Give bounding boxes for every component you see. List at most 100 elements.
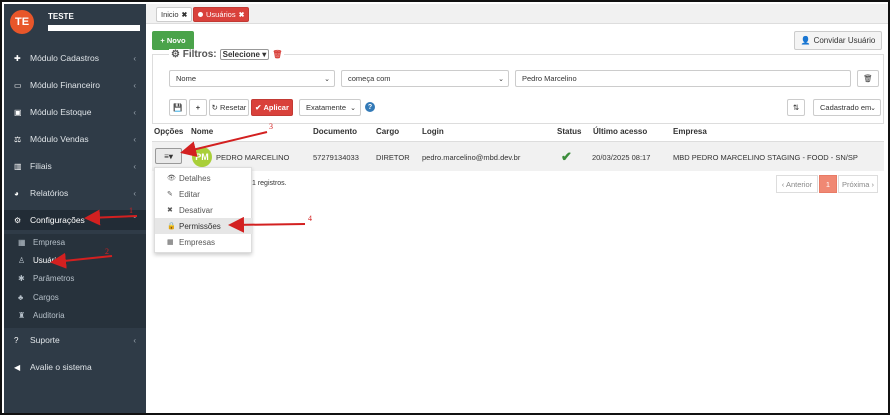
audit-icon: ♜ [18, 310, 26, 320]
user-name: TESTE [48, 12, 74, 21]
chevron-down-icon: ⌄ [870, 104, 876, 112]
check-icon: ✔ [255, 103, 264, 112]
pagination-page-1[interactable]: 1 [819, 175, 837, 193]
records-info: 1 registros. [252, 180, 287, 187]
close-icon[interactable]: ✖ [239, 11, 245, 19]
pagination-next[interactable]: Próxima › [838, 175, 878, 193]
screen-frame: TE TESTE ✚ Módulo Cadastros ‹ ▭ Módulo F… [0, 0, 890, 415]
user-avatar[interactable]: TE [10, 10, 34, 34]
annotation-number-3: 3 [269, 122, 273, 131]
sidebar-item-label: Configurações [30, 215, 85, 225]
sort-order-button[interactable]: ⇅ [787, 99, 805, 116]
convidar-label: Convidar Usuário [813, 36, 876, 45]
sidebar-subitem-label: Usuários [33, 255, 65, 265]
filters-header: ⚙ Filtros: Selecione ▾ 🗑 [169, 49, 285, 60]
cog-icon: ✱ [18, 273, 25, 283]
pie-chart-icon: ◕ [14, 188, 19, 198]
sort-by-value: Cadastrado em [820, 103, 872, 112]
col-empresa[interactable]: Empresa [673, 127, 707, 136]
tab-bar: Inicio ✖ Usuários ✖ [146, 4, 888, 24]
menu-item-label: Editar [179, 189, 200, 199]
col-status[interactable]: Status [557, 127, 581, 136]
sidebar-item-label: Módulo Financeiro [30, 80, 100, 90]
menu-item-label: Empresas [179, 237, 216, 247]
novo-button[interactable]: + Novo [152, 31, 194, 50]
filter-field-select[interactable]: Nome ⌄ [169, 70, 335, 87]
menu-item-desativar[interactable]: ✖ Desativar [155, 202, 253, 218]
sidebar-subitem-parametros[interactable]: ✱ Parâmetros [4, 270, 146, 286]
menu-item-label: Desativar [179, 205, 213, 215]
cogs-icon: ⚙ [171, 49, 183, 60]
tab-usuarios[interactable]: Usuários ✖ [193, 7, 250, 22]
col-cargo[interactable]: Cargo [376, 127, 399, 136]
bullhorn-icon: ◀ [14, 362, 21, 372]
sidebar-item-label: Suporte [30, 335, 60, 345]
convidar-usuario-button[interactable]: 👤 Convidar Usuário [794, 31, 882, 50]
apply-button[interactable]: ✔ Aplicar [251, 99, 293, 116]
sidebar-item-relatorios[interactable]: ◕ Relatórios ‹ [4, 183, 146, 203]
reset-button[interactable]: ↻ Resetar [209, 99, 249, 116]
table-row[interactable]: ≡▾ PM PEDRO MARCELINO 57279134033 DIRETO… [152, 141, 884, 171]
sidebar-item-filiais[interactable]: ▥ Filiais ‹ [4, 156, 146, 176]
sidebar-item-suporte[interactable]: ? Suporte ‹ [4, 330, 146, 350]
col-login[interactable]: Login [422, 127, 444, 136]
sidebar-subitem-label: Auditoria [33, 310, 65, 320]
sidebar-item-avalie[interactable]: ◀ Avalie o sistema [4, 357, 146, 377]
col-documento[interactable]: Documento [313, 127, 357, 136]
sort-by-select[interactable]: Cadastrado em ⌄ [813, 99, 881, 116]
pagination-prev[interactable]: ‹ Anterior [776, 175, 818, 193]
sort-icon: ⇅ [792, 103, 800, 112]
building-icon: ▦ [167, 239, 174, 246]
menu-item-permissoes[interactable]: 🔒 Permissões [155, 218, 253, 234]
saved-filter-select[interactable]: Selecione ▾ [219, 49, 270, 60]
sidebar-subitem-cargos[interactable]: ♣ Cargos [4, 289, 146, 305]
close-icon[interactable]: ✖ [182, 11, 188, 19]
col-ultimo-acesso[interactable]: Último acesso [593, 127, 647, 136]
apply-label: Aplicar [263, 103, 289, 112]
filter-operator-select[interactable]: começa com ⌄ [341, 70, 509, 87]
tab-inicio[interactable]: Inicio ✖ [156, 7, 193, 22]
user-info-bar [48, 25, 140, 31]
box-icon: ▣ [14, 107, 22, 117]
menu-item-label: Permissões [179, 221, 221, 231]
cell-nome: PEDRO MARCELINO [216, 153, 290, 162]
filter-field-value: Nome [176, 74, 197, 83]
menu-item-detalhes[interactable]: 👁 Detalhes [155, 170, 253, 186]
check-icon: ✔ [561, 149, 572, 164]
options-menu-button[interactable]: ≡▾ [155, 148, 182, 164]
chevron-down-icon: ⌄ [324, 75, 330, 83]
match-mode-select[interactable]: Exatamente ⌄ [299, 99, 361, 116]
remove-filter-button[interactable]: 🗑 [857, 70, 879, 87]
sidebar-subitem-auditoria[interactable]: ♜ Auditoria [4, 307, 146, 323]
sidebar-subitem-usuarios[interactable]: ♙ Usuários [4, 252, 146, 268]
menu-item-empresas[interactable]: ▦ Empresas [155, 234, 253, 250]
pencil-icon: ✎ [167, 191, 173, 198]
sidebar-item-modulo-estoque[interactable]: ▣ Módulo Estoque ‹ [4, 102, 146, 122]
sidebar-subitem-empresa[interactable]: ▦ Empresa [4, 234, 146, 250]
chevron-left-icon: ‹ [133, 80, 136, 90]
help-icon[interactable]: ? [365, 102, 375, 112]
add-filter-button[interactable]: + [189, 99, 207, 116]
sidebar-item-modulo-financeiro[interactable]: ▭ Módulo Financeiro ‹ [4, 75, 146, 95]
sidebar-item-configuracoes[interactable]: ⚙ Configurações ˇ [4, 210, 146, 230]
sidebar-subitem-label: Cargos [33, 292, 59, 302]
cogs-icon: ⚙ [14, 215, 22, 225]
sidebar: TE TESTE ✚ Módulo Cadastros ‹ ▭ Módulo F… [4, 4, 146, 413]
sidebar-item-label: Avalie o sistema [30, 362, 92, 372]
refresh-icon: ↻ [211, 103, 221, 112]
filter-value-input[interactable]: Pedro Marcelino [515, 70, 851, 87]
sidebar-subitem-label: Parâmetros [33, 273, 75, 283]
filters-panel: ⚙ Filtros: Selecione ▾ 🗑 Nome ⌄ começa c… [152, 49, 884, 124]
main-content: Inicio ✖ Usuários ✖ + Novo 👤 Convidar Us… [146, 4, 888, 413]
col-nome[interactable]: Nome [191, 127, 213, 136]
sidebar-item-modulo-vendas[interactable]: ⚖ Módulo Vendas ‹ [4, 129, 146, 149]
save-filter-button[interactable]: 💾 [169, 99, 187, 116]
balance-scale-icon: ⚖ [14, 134, 22, 144]
tab-label: Inicio [161, 10, 179, 19]
question-circle-icon: ? [14, 335, 19, 345]
menu-item-editar[interactable]: ✎ Editar [155, 186, 253, 202]
trash-icon[interactable]: 🗑 [272, 50, 282, 59]
cell-cargo: DIRETOR [376, 153, 410, 162]
sidebar-item-modulo-cadastros[interactable]: ✚ Módulo Cadastros ‹ [4, 48, 146, 68]
annotation-number-4: 4 [308, 214, 312, 223]
